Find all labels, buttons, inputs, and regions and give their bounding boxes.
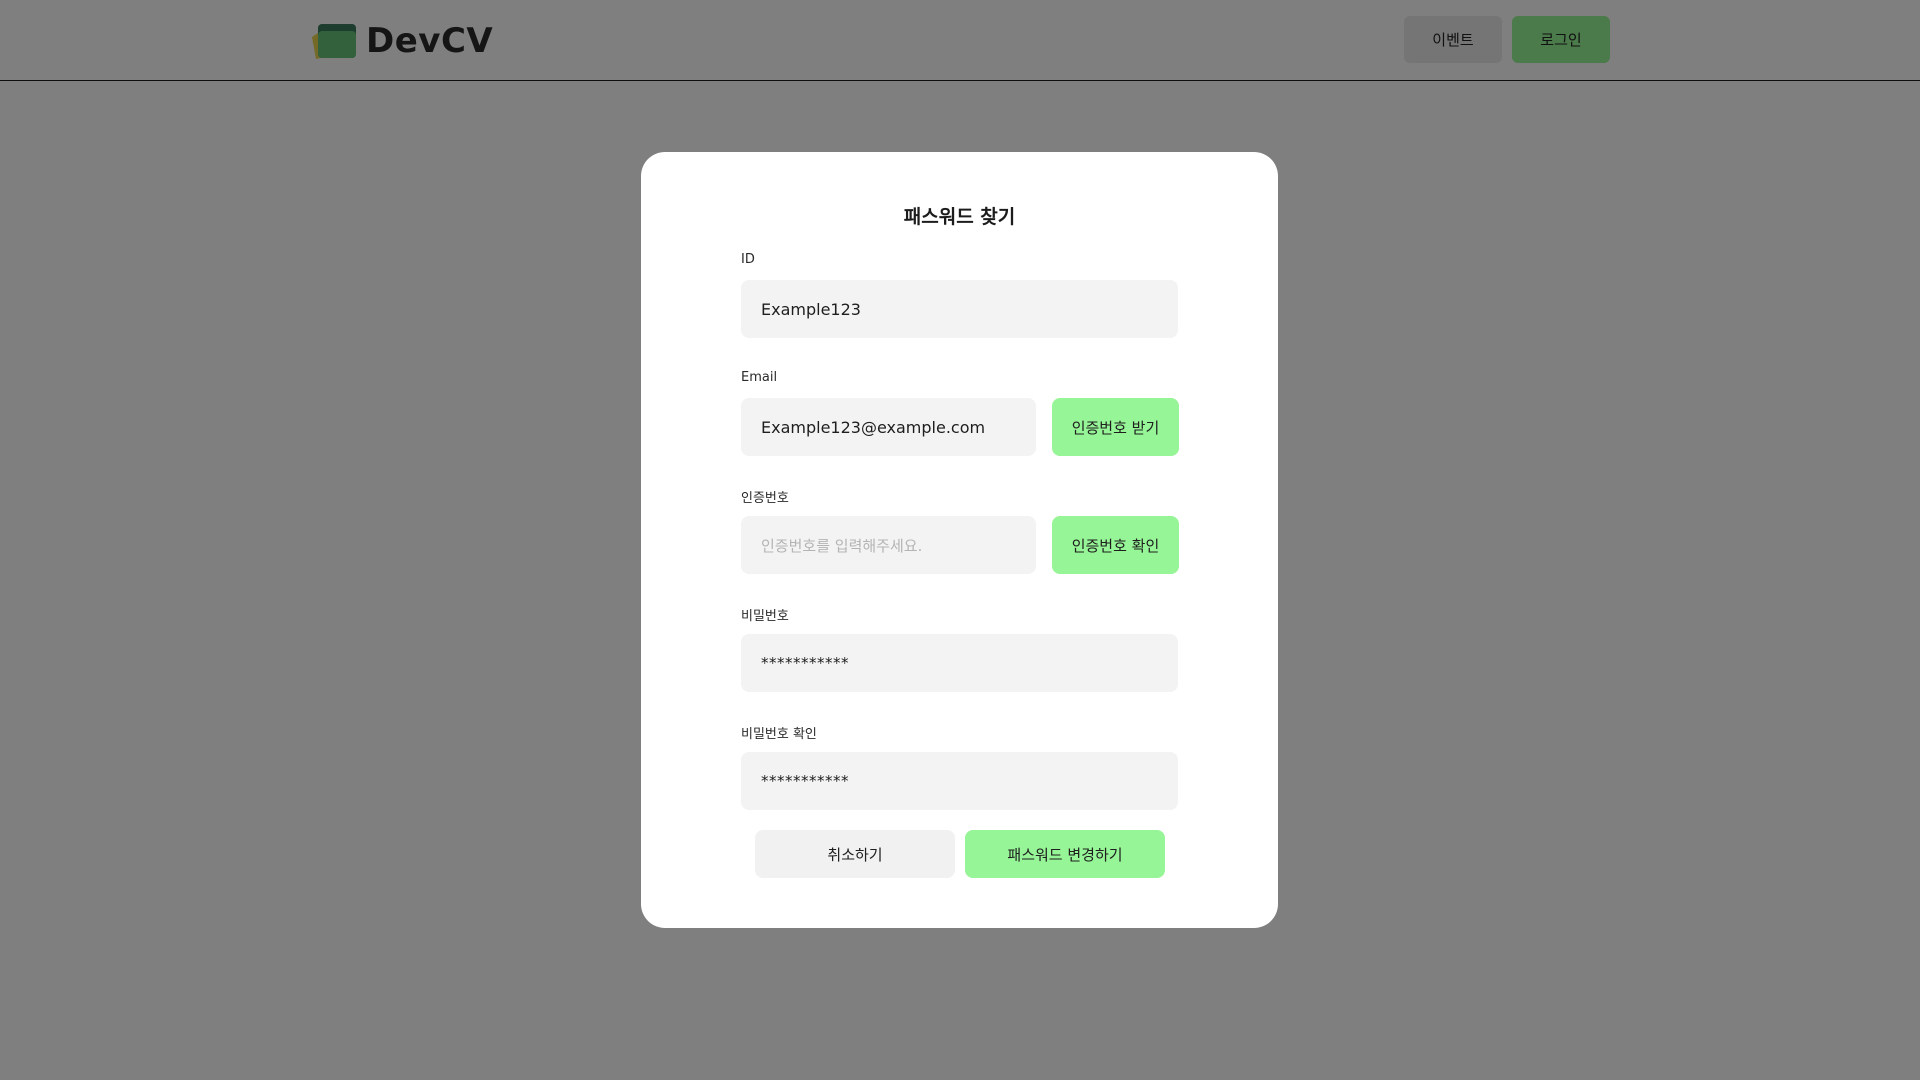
change-password-button[interactable]: 패스워드 변경하기 [965, 830, 1165, 878]
password-confirm-input[interactable]: *********** [741, 752, 1178, 810]
password-confirm-label: 비밀번호 확인 [741, 727, 817, 742]
email-label: Email [741, 370, 778, 385]
page: DevCV 이벤트 로그인 패스워드 찾기 ID Example123 Emai… [0, 0, 1920, 1080]
id-label: ID [741, 252, 755, 267]
email-input[interactable]: Example123@example.com [741, 398, 1036, 456]
find-password-modal: 패스워드 찾기 ID Example123 Email Example123@e… [641, 152, 1278, 928]
code-input[interactable]: 인증번호를 입력해주세요. [741, 516, 1036, 574]
verify-code-button[interactable]: 인증번호 확인 [1052, 516, 1179, 574]
id-input[interactable]: Example123 [741, 280, 1178, 338]
password-label: 비밀번호 [741, 609, 789, 624]
request-code-button[interactable]: 인증번호 받기 [1052, 398, 1179, 456]
modal-title: 패스워드 찾기 [903, 206, 1016, 228]
cancel-button[interactable]: 취소하기 [755, 830, 955, 878]
code-label: 인증번호 [741, 491, 789, 506]
password-input[interactable]: *********** [741, 634, 1178, 692]
